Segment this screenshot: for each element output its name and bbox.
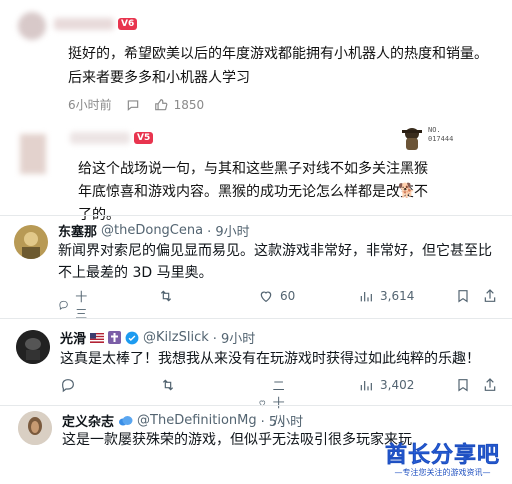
display-name[interactable]: 东塞那 <box>58 221 97 240</box>
medal-number: NO. 017444 <box>428 126 454 143</box>
tweet-text: 新闻界对索尼的偏见显而易见。这款游戏非常好，非常好，但它甚至比不上最差的 3D … <box>58 243 492 281</box>
verified-badge-icon <box>125 331 139 344</box>
like-button[interactable]: 1850 <box>154 97 205 112</box>
views-button[interactable]: 3,614 <box>358 288 414 304</box>
view-count: 3,402 <box>380 378 415 392</box>
watermark-subtitle: —专注您关注的游戏资讯— <box>394 468 491 477</box>
display-name[interactable]: 光滑 <box>60 328 86 347</box>
avatar[interactable] <box>16 330 50 364</box>
avatar[interactable] <box>18 411 52 445</box>
tweet-time[interactable]: · 9小时 <box>207 221 250 240</box>
reply-button[interactable]: 十三 <box>58 288 92 322</box>
handle[interactable]: @KilzSlick <box>143 330 209 345</box>
bookmark-icon <box>458 379 468 392</box>
doge-emoji-icon: 🐕 <box>398 183 416 199</box>
medal-figure-icon <box>402 128 422 150</box>
views-chart-icon <box>360 381 372 391</box>
like-count: 1850 <box>173 97 205 112</box>
reply-button[interactable] <box>126 98 140 112</box>
reply-count: 十三 <box>75 290 88 321</box>
heart-icon <box>260 291 272 303</box>
username-blurred <box>54 18 114 30</box>
share-button[interactable] <box>482 377 498 393</box>
tweet-time[interactable]: · 5小时 <box>261 411 304 430</box>
retweet-button[interactable] <box>160 377 176 393</box>
retweet-button[interactable] <box>158 288 174 304</box>
share-icon <box>484 289 496 302</box>
retweet-icon <box>160 290 172 302</box>
medal-badge: NO. 017444 <box>400 124 480 154</box>
comment-time: 6小时前 <box>68 98 112 112</box>
reply-icon <box>59 300 68 311</box>
view-count: 3,614 <box>380 289 415 303</box>
tweet-header: 光滑 @KilzSlick · 9小时 <box>60 328 255 347</box>
avatar[interactable] <box>20 134 46 174</box>
bookmark-icon <box>458 290 468 303</box>
reply-icon <box>62 379 74 393</box>
level-badge: V6 <box>118 18 138 30</box>
views-chart-icon <box>360 292 372 302</box>
tweet-header: 东塞那 @theDongCena · 9小时 <box>58 221 250 240</box>
watermark-title: 酋长分享吧 <box>384 443 500 468</box>
handle[interactable]: @TheDefinitionMg <box>137 413 257 428</box>
bookmark-button[interactable] <box>455 288 471 304</box>
comment-text: 挺好的，希望欧美以后的年度游戏都能拥有小机器人的热度和销量。后来者要多多和小机器… <box>68 46 488 86</box>
us-flag-icon <box>90 332 105 343</box>
username-blurred <box>70 132 130 144</box>
tweet-header: 定义杂志 @TheDefinitionMg · 5小时 <box>62 411 303 430</box>
avatar[interactable] <box>14 225 48 259</box>
cloud-emoji-icon <box>119 416 133 426</box>
level-badge: V5 <box>134 132 154 144</box>
share-icon <box>484 378 496 391</box>
tweet-time[interactable]: · 9小时 <box>213 328 256 347</box>
tweet-1[interactable]: 东塞那 @theDongCena · 9小时 新闻界对索尼的偏见显而易见。这款游… <box>0 215 512 321</box>
like-button[interactable]: 60 <box>258 288 295 304</box>
handle[interactable]: @theDongCena <box>101 223 203 238</box>
watermark: 酋长分享吧 —专注您关注的游戏资讯— <box>384 443 500 478</box>
views-button[interactable]: 3,402 <box>358 377 414 393</box>
comment-meta: 6小时前 1850 <box>68 96 204 113</box>
avatar[interactable] <box>18 12 46 40</box>
reply-button[interactable] <box>60 377 76 393</box>
tweet-text: 这真是太棒了！我想我从来没有在玩游戏时获得过如此纯粹的乐趣！ <box>60 351 480 367</box>
cross-icon <box>108 331 122 344</box>
bookmark-button[interactable] <box>455 377 471 393</box>
retweet-icon <box>162 379 174 391</box>
display-name[interactable]: 定义杂志 <box>62 411 114 430</box>
like-count: 60 <box>280 289 296 303</box>
thumbs-up-icon <box>154 98 168 110</box>
comment-icon <box>127 99 138 111</box>
share-button[interactable] <box>482 288 498 304</box>
tweet-2[interactable]: 光滑 @KilzSlick · 9小时 这真是太棒了！我想我从来没有在玩游戏时获… <box>0 318 512 427</box>
